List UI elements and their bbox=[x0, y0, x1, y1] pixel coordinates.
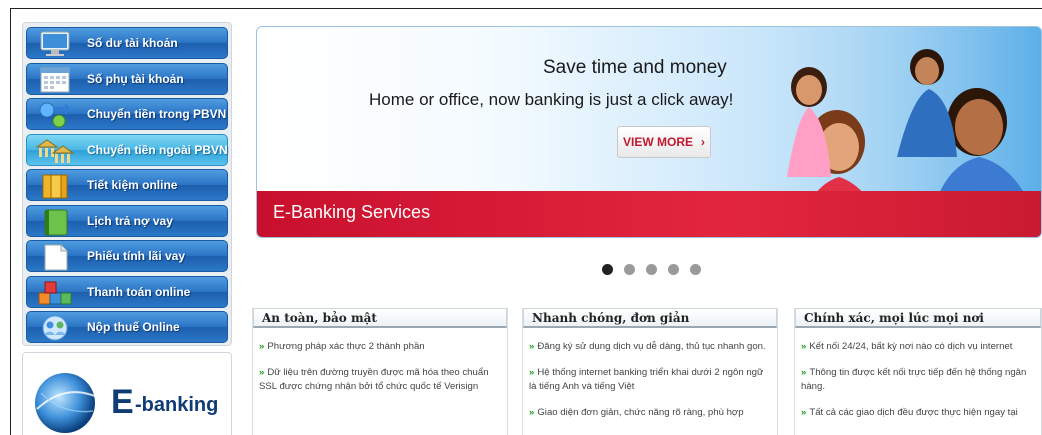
double-chevron-icon: » bbox=[801, 341, 807, 352]
cubes-icon bbox=[38, 281, 72, 304]
top-border bbox=[10, 8, 1042, 9]
double-chevron-icon: » bbox=[801, 367, 807, 378]
double-chevron-icon: » bbox=[259, 341, 265, 352]
feature-item: » Thông tin được kết nối trực tiếp đến hệ… bbox=[801, 367, 1027, 392]
sidebar-item-account-balance[interactable]: Số dư tài khoản bbox=[26, 27, 228, 59]
double-chevron-icon: » bbox=[529, 367, 535, 378]
notebook-icon bbox=[44, 209, 68, 235]
left-border bbox=[10, 8, 11, 435]
feature-speed: Nhanh chóng, đơn giản » Đăng ký sử dụng d… bbox=[522, 308, 778, 435]
view-more-button[interactable]: VIEW MORE › bbox=[617, 126, 711, 158]
sidebar-item-label: Lịch trả nợ vay bbox=[87, 213, 173, 228]
slider-dot-4[interactable] bbox=[668, 264, 679, 275]
monitor-icon bbox=[40, 31, 70, 56]
feature-security: An toàn, bảo mật » Phương pháp xác thực 2… bbox=[252, 308, 508, 435]
feature-item: » Giao diện đơn giản, chức năng rõ ràng, … bbox=[529, 407, 744, 418]
double-chevron-icon: » bbox=[801, 407, 807, 418]
svg-text:E: E bbox=[111, 383, 134, 421]
sidebar-item-label: Số phụ tài khoản bbox=[87, 71, 184, 86]
users-icon bbox=[42, 315, 68, 341]
slider-dot-3[interactable] bbox=[646, 264, 657, 275]
sidebar-item-label: Tiết kiệm online bbox=[87, 178, 178, 192]
slider-dots bbox=[602, 264, 701, 275]
feature-item: » Dữ liệu trên đường truyền được mã hóa t… bbox=[259, 367, 489, 392]
binder-icon bbox=[42, 174, 68, 199]
slider-dot-1[interactable] bbox=[602, 264, 613, 275]
document-icon bbox=[44, 244, 68, 271]
sidebar-item-tax-payment[interactable]: Nộp thuế Online bbox=[26, 311, 228, 343]
sidebar-item-loan-schedule[interactable]: Lịch trả nợ vay bbox=[26, 204, 228, 237]
feature-item: » Tất cả các giao dịch đều được thực hiện… bbox=[801, 407, 1018, 418]
feature-item: » Phương pháp xác thực 2 thành phần bbox=[259, 341, 425, 352]
sidebar-item-interest-slip[interactable]: Phiếu tính lãi vay bbox=[26, 240, 228, 272]
sidebar-item-savings-online[interactable]: Tiết kiệm online bbox=[26, 169, 228, 201]
banner-title: Save time and money bbox=[543, 57, 727, 78]
sidebar-item-online-payment[interactable]: Thanh toán online bbox=[26, 275, 228, 308]
banner-heading: E-Banking Services bbox=[273, 202, 431, 222]
chevron-right-icon: › bbox=[701, 135, 705, 149]
feature-item: » Kết nối 24/24, bất kỳ nơi nào có dịch v… bbox=[801, 341, 1013, 352]
hero-banner[interactable]: Save time and money Home or office, now … bbox=[256, 26, 1042, 238]
sidebar-item-transfer-external[interactable]: Chuyển tiền ngoài PBVN bbox=[26, 133, 228, 166]
calendar-icon bbox=[40, 67, 70, 92]
feature-title: Chính xác, mọi lúc mọi nơi bbox=[795, 308, 1041, 328]
sidebar-item-label: Thanh toán online bbox=[87, 284, 191, 299]
feature-title: An toàn, bảo mật bbox=[253, 308, 507, 328]
sidebar-item-label: Số dư tài khoản bbox=[87, 36, 178, 50]
feature-item: » Đăng ký sử dụng dịch vụ dễ dàng, thủ tụ… bbox=[529, 341, 766, 352]
sidebar-item-label: Chuyển tiền trong PBVN bbox=[87, 107, 227, 121]
transfer-icon bbox=[39, 102, 71, 128]
feature-title: Nhanh chóng, đơn giản bbox=[523, 308, 777, 328]
feature-accuracy: Chính xác, mọi lúc mọi nơi » Kết nối 24/2… bbox=[794, 308, 1042, 435]
double-chevron-icon: » bbox=[259, 367, 265, 378]
ebanking-logo-box[interactable]: E -banking bbox=[22, 352, 232, 435]
sidebar-item-label: Nộp thuế Online bbox=[87, 320, 180, 334]
slider-dot-2[interactable] bbox=[624, 264, 635, 275]
sidebar-item-transfer-internal[interactable]: Chuyển tiền trong PBVN bbox=[26, 98, 228, 130]
ebanking-logo: E -banking bbox=[35, 373, 218, 433]
sidebar-menu: Số dư tài khoản Số phụ tài khoản Chuyển … bbox=[22, 22, 232, 346]
banner-subtitle: Home or office, now banking is just a cl… bbox=[369, 90, 734, 109]
sidebar-item-account-statement[interactable]: Số phụ tài khoản bbox=[26, 62, 228, 95]
double-chevron-icon: » bbox=[529, 341, 535, 352]
bank-icon bbox=[35, 138, 75, 163]
feature-item: » Hệ thống internet banking triển khai dư… bbox=[529, 367, 764, 392]
sidebar-item-label: Phiếu tính lãi vay bbox=[87, 249, 186, 263]
sidebar-item-label: Chuyển tiền ngoài PBVN bbox=[87, 142, 228, 157]
view-more-label: VIEW MORE bbox=[622, 135, 693, 149]
slider-dot-5[interactable] bbox=[690, 264, 701, 275]
double-chevron-icon: » bbox=[529, 407, 535, 418]
svg-text:-banking: -banking bbox=[135, 394, 218, 416]
